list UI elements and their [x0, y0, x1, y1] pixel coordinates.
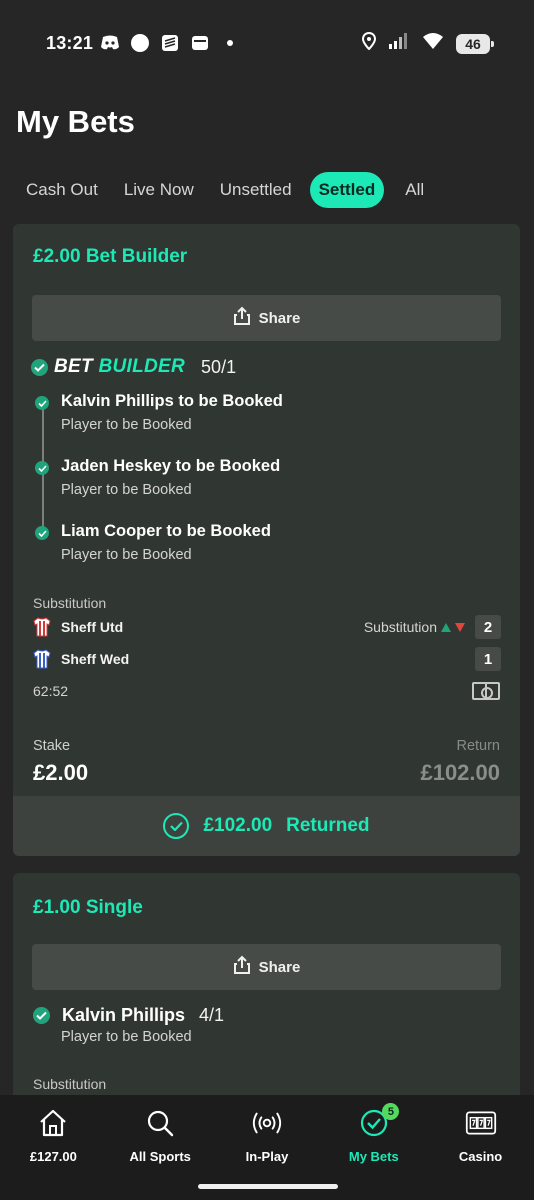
wifi-icon [422, 32, 444, 55]
check-circle-icon [163, 813, 190, 839]
away-score: 1 [475, 647, 501, 671]
wallet-icon [190, 33, 210, 53]
leg-title: Kalvin Phillips to be Booked [61, 392, 283, 410]
away-team-name: Sheff Wed [61, 651, 130, 667]
return-label: Return [456, 738, 500, 754]
share-button[interactable]: Share [32, 295, 501, 341]
arrow-up-icon [441, 622, 451, 632]
bet-card: £2.00 Bet Builder Share BET BUILDER 50/1… [13, 224, 520, 856]
circle-icon [130, 33, 150, 53]
bet-legs: Kalvin Phillips to be Booked Player to b… [35, 392, 495, 587]
broadcast-icon [251, 1107, 283, 1139]
tab-unsettled[interactable]: Unsettled [208, 172, 304, 208]
share-label: Share [258, 958, 301, 976]
match-event-label: Substitution [33, 1076, 107, 1092]
check-icon [35, 526, 49, 540]
bet-title: £2.00 Bet Builder [33, 246, 188, 267]
location-icon [361, 31, 377, 55]
share-label: Share [258, 309, 301, 327]
bet-leg: Jaden Heskey to be Booked Player to be B… [35, 457, 495, 522]
home-team-row: Sheff Utd Substitution 2 [33, 614, 501, 640]
tab-live-now[interactable]: Live Now [112, 172, 206, 208]
page-title: My Bets [16, 104, 135, 139]
nav-label: All Sports [129, 1149, 191, 1164]
bet-leg: Kalvin Phillips to be Booked Player to b… [35, 392, 495, 457]
nav-balance[interactable]: £127.00 [0, 1095, 107, 1170]
nav-in-play[interactable]: In-Play [214, 1095, 321, 1170]
bet-builder-header: BET BUILDER 50/1 [31, 356, 236, 378]
blue-white-shirt-icon [33, 649, 51, 669]
share-icon [233, 955, 251, 979]
nav-label: In-Play [245, 1149, 289, 1164]
discord-icon [100, 33, 120, 53]
signal-icon [388, 33, 410, 54]
bet-filter-tabs: Cash Out Live Now Unsettled Settled All [14, 172, 438, 208]
tab-cash-out[interactable]: Cash Out [14, 172, 110, 208]
selection-odds: 4/1 [199, 1005, 225, 1025]
leg-market: Player to be Booked [61, 482, 192, 498]
dot-icon [220, 33, 240, 53]
stake-value: £2.00 [33, 760, 89, 785]
bet-result-bar: £102.00 Returned [13, 796, 520, 856]
status-notification-icons [100, 33, 240, 53]
bet-title: £1.00 Single [33, 897, 143, 918]
return-value: £102.00 [420, 760, 500, 785]
away-team-row: Sheff Wed 1 [33, 646, 501, 672]
home-icon [37, 1107, 69, 1139]
nav-label: My Bets [348, 1149, 399, 1164]
status-bar: 13:21 46 [0, 0, 534, 90]
nav-label: £127.00 [29, 1149, 77, 1164]
single-selection: Kalvin Phillips 4/1 [33, 1005, 224, 1026]
home-indicator[interactable] [198, 1184, 338, 1189]
home-event-label: Substitution [364, 619, 465, 635]
tab-all[interactable]: All [393, 172, 436, 208]
leg-title: Jaden Heskey to be Booked [61, 457, 281, 475]
nav-my-bets[interactable]: 5 My Bets [320, 1095, 427, 1170]
arrow-down-icon [455, 622, 465, 632]
status-time: 13:21 [46, 33, 94, 53]
bet-card: £1.00 Single Share Kalvin Phillips 4/1 P… [13, 873, 520, 1133]
share-button[interactable]: Share [32, 944, 501, 990]
check-icon [35, 461, 49, 475]
bottom-nav: £127.00 All Sports In-Play 5 My Bets Cas… [0, 1095, 534, 1170]
selection-market: Player to be Booked [61, 1029, 192, 1045]
result-amount: £102.00 [203, 815, 273, 836]
search-icon [144, 1107, 176, 1139]
nav-all-sports[interactable]: All Sports [107, 1095, 214, 1170]
bets-count-badge: 5 [382, 1103, 400, 1120]
status-system-icons: 46 [361, 31, 494, 55]
bet-odds: 50/1 [201, 356, 237, 377]
bet-leg: Liam Cooper to be Booked Player to be Bo… [35, 522, 495, 587]
share-icon [233, 306, 251, 330]
nav-casino[interactable]: Casino [427, 1095, 534, 1170]
bet-builder-logo: BET BUILDER [54, 356, 186, 377]
leg-title: Liam Cooper to be Booked [61, 522, 271, 540]
tab-settled[interactable]: Settled [309, 172, 385, 208]
check-icon [35, 396, 49, 410]
stack-icon [160, 33, 180, 53]
result-label: Returned [286, 815, 370, 836]
home-score: 2 [475, 615, 501, 639]
match-event-label: Substitution [33, 595, 107, 611]
match-clock: 62:52 [33, 683, 69, 699]
selection-name: Kalvin Phillips [62, 1005, 186, 1025]
slot-machine-icon [465, 1107, 497, 1139]
red-white-shirt-icon [33, 617, 51, 637]
home-team-name: Sheff Utd [61, 619, 124, 635]
nav-label: Casino [458, 1149, 503, 1164]
battery-icon: 46 [456, 33, 494, 54]
check-icon [31, 358, 48, 376]
check-icon [33, 1007, 50, 1024]
pitch-icon[interactable] [472, 682, 500, 700]
stake-label: Stake [33, 738, 71, 754]
leg-market: Player to be Booked [61, 417, 192, 433]
leg-market: Player to be Booked [61, 547, 192, 563]
